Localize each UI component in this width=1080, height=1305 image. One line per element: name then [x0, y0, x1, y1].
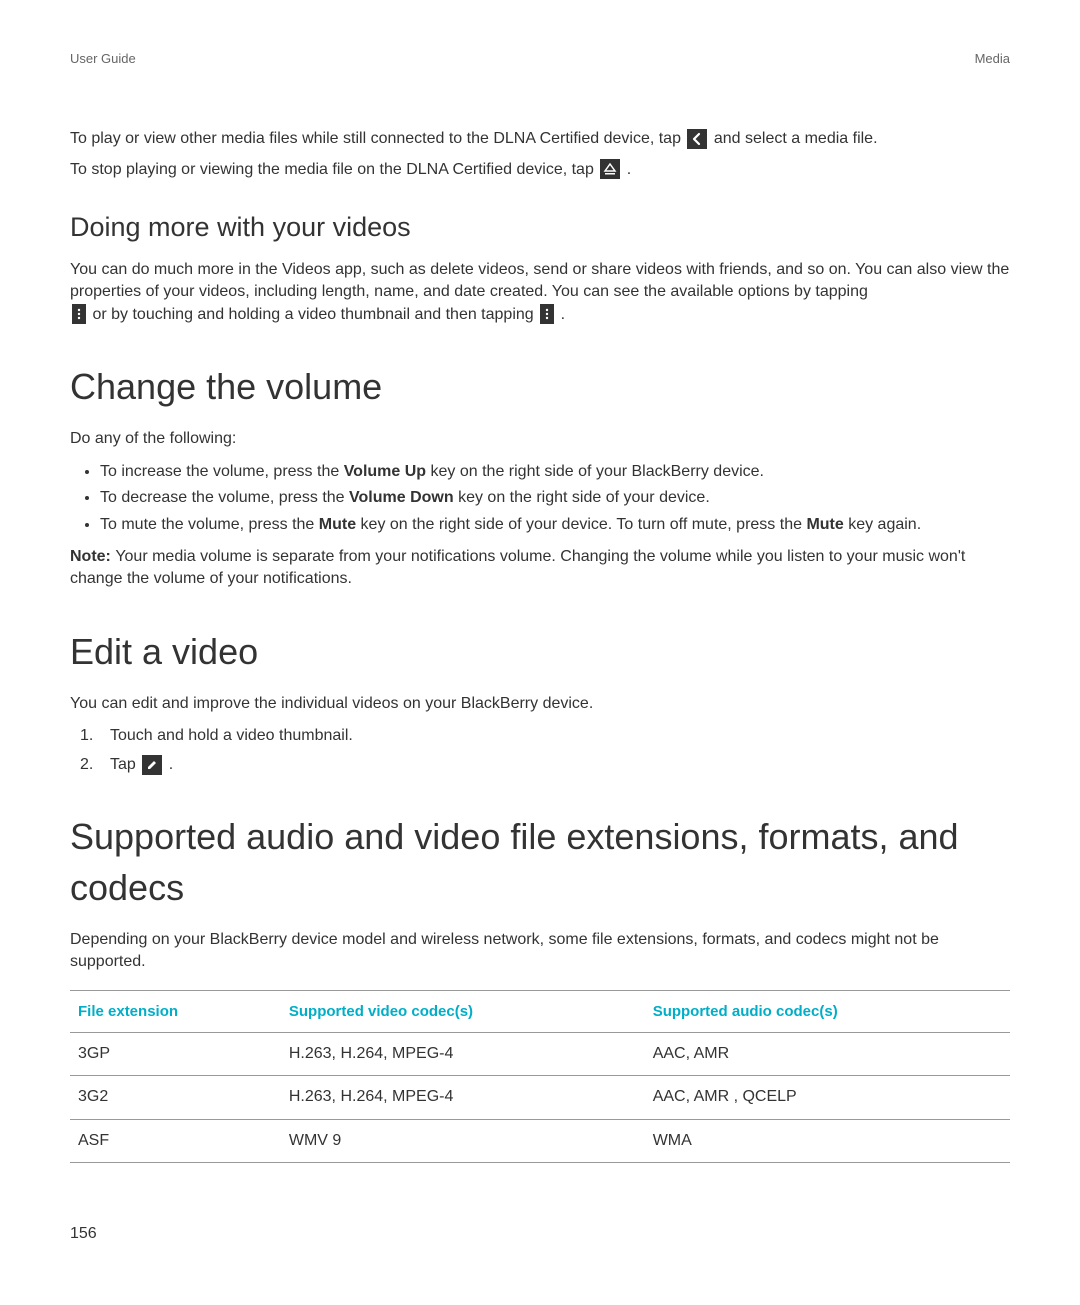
dlna-play-paragraph: To play or view other media files while … — [70, 128, 1010, 150]
volume-list: To increase the volume, press the Volume… — [70, 461, 1010, 536]
table-row: 3GP H.263, H.264, MPEG-4 AAC, AMR — [70, 1032, 1010, 1075]
list-item: To decrease the volume, press the Volume… — [100, 487, 1010, 509]
note-label: Note: — [70, 548, 115, 565]
more-icon — [72, 304, 86, 324]
edit-video-heading: Edit a video — [70, 627, 1010, 677]
list-item: To mute the volume, press the Mute key o… — [100, 514, 1010, 536]
key-volume-down: Volume Down — [349, 489, 454, 506]
table-row: ASF WMV 9 WMA — [70, 1119, 1010, 1162]
formats-table: File extension Supported video codec(s) … — [70, 990, 1010, 1163]
eject-icon — [600, 159, 620, 179]
change-volume-heading: Change the volume — [70, 362, 1010, 412]
list-item: To increase the volume, press the Volume… — [100, 461, 1010, 483]
header-right: Media — [975, 50, 1010, 68]
col-video-codecs: Supported video codec(s) — [281, 990, 645, 1032]
formats-lead: Depending on your BlackBerry device mode… — [70, 929, 1010, 974]
page-number: 156 — [70, 1223, 1010, 1245]
list-item: 2. Tap . — [80, 754, 1010, 776]
edit-steps: 1. Touch and hold a video thumbnail. 2. … — [70, 725, 1010, 776]
edit-icon — [142, 755, 162, 775]
col-audio-codecs: Supported audio codec(s) — [645, 990, 1010, 1032]
table-header-row: File extension Supported video codec(s) … — [70, 990, 1010, 1032]
doing-more-paragraph: You can do much more in the Videos app, … — [70, 259, 1010, 326]
more-icon — [540, 304, 554, 324]
col-file-extension: File extension — [70, 990, 281, 1032]
page-header: User Guide Media — [70, 50, 1010, 68]
back-icon — [687, 129, 707, 149]
header-left: User Guide — [70, 50, 136, 68]
key-mute: Mute — [319, 516, 356, 533]
dlna-stop-paragraph: To stop playing or viewing the media fil… — [70, 159, 1010, 181]
list-item: 1. Touch and hold a video thumbnail. — [80, 725, 1010, 747]
key-volume-up: Volume Up — [344, 463, 426, 480]
formats-heading: Supported audio and video file extension… — [70, 812, 1010, 913]
doing-more-heading: Doing more with your videos — [70, 209, 1010, 247]
table-row: 3G2 H.263, H.264, MPEG-4 AAC, AMR , QCEL… — [70, 1076, 1010, 1119]
volume-lead: Do any of the following: — [70, 428, 1010, 450]
volume-note: Note: Your media volume is separate from… — [70, 546, 1010, 591]
key-mute: Mute — [806, 516, 843, 533]
edit-lead: You can edit and improve the individual … — [70, 693, 1010, 715]
